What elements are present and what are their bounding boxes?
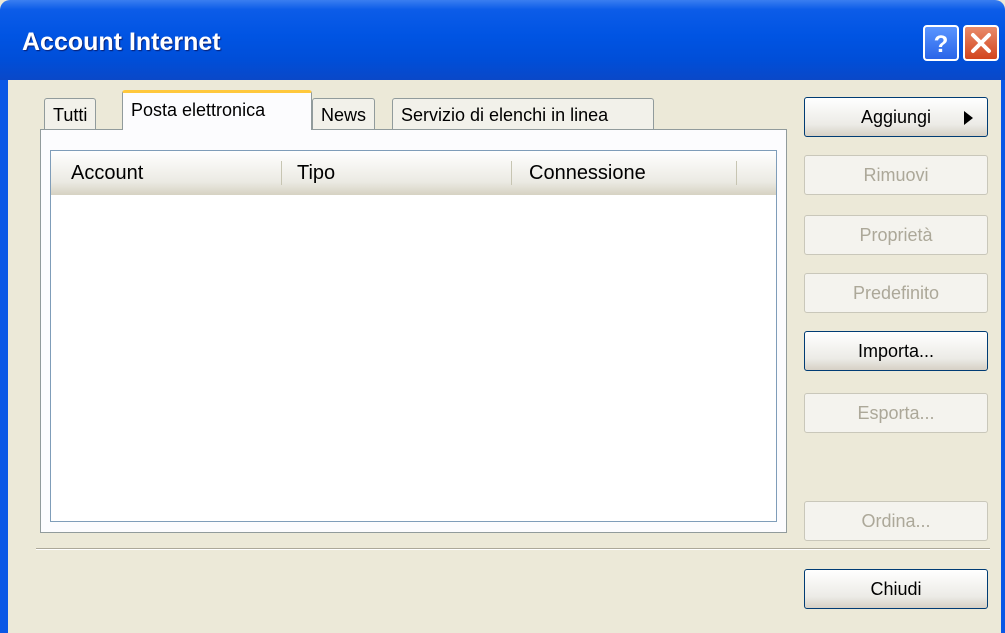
export-button[interactable]: Esporta... <box>804 393 988 433</box>
tab-label: Posta elettronica <box>131 100 266 120</box>
separator-line <box>36 548 990 550</box>
tab-label: Tutti <box>53 105 88 125</box>
properties-button[interactable]: Proprietà <box>804 215 988 255</box>
column-divider[interactable] <box>736 161 737 185</box>
add-button[interactable]: Aggiungi <box>804 97 988 137</box>
tab-servizio-elenchi[interactable]: Servizio di elenchi in linea <box>392 98 654 130</box>
close-dialog-button[interactable]: Chiudi <box>804 569 988 609</box>
tab-posta-elettronica[interactable]: Posta elettronica <box>122 90 312 130</box>
tab-label: News <box>321 105 367 125</box>
tab-label: Servizio di elenchi in linea <box>401 105 609 125</box>
title-bar[interactable]: Account Internet ? <box>0 0 1005 80</box>
import-button[interactable]: Importa... <box>804 331 988 371</box>
arrow-right-icon <box>964 111 973 125</box>
window-border-left <box>0 80 8 633</box>
tab-news[interactable]: News <box>312 98 376 130</box>
svg-text:?: ? <box>934 31 949 58</box>
order-button[interactable]: Ordina... <box>804 501 988 541</box>
window-border-right <box>1001 80 1005 633</box>
column-header-tipo[interactable]: Tipo <box>297 151 335 195</box>
dialog-window: Account Internet ? Tutti Posta elettroni… <box>0 0 1005 633</box>
column-divider[interactable] <box>511 161 512 185</box>
remove-button[interactable]: Rimuovi <box>804 155 988 195</box>
column-header-connessione[interactable]: Connessione <box>529 151 646 195</box>
column-header-account[interactable]: Account <box>71 151 143 195</box>
add-button-label: Aggiungi <box>860 107 932 127</box>
list-header: Account Tipo Connessione <box>51 151 776 195</box>
tab-tutti[interactable]: Tutti <box>44 98 97 130</box>
default-button[interactable]: Predefinito <box>804 273 988 313</box>
help-icon: ? <box>934 31 949 58</box>
column-divider[interactable] <box>281 161 282 185</box>
close-button[interactable] <box>963 25 999 61</box>
help-button[interactable]: ? <box>923 25 959 61</box>
accounts-list[interactable]: Account Tipo Connessione <box>50 150 777 522</box>
window-title: Account Internet <box>22 28 221 56</box>
close-icon <box>971 33 991 53</box>
